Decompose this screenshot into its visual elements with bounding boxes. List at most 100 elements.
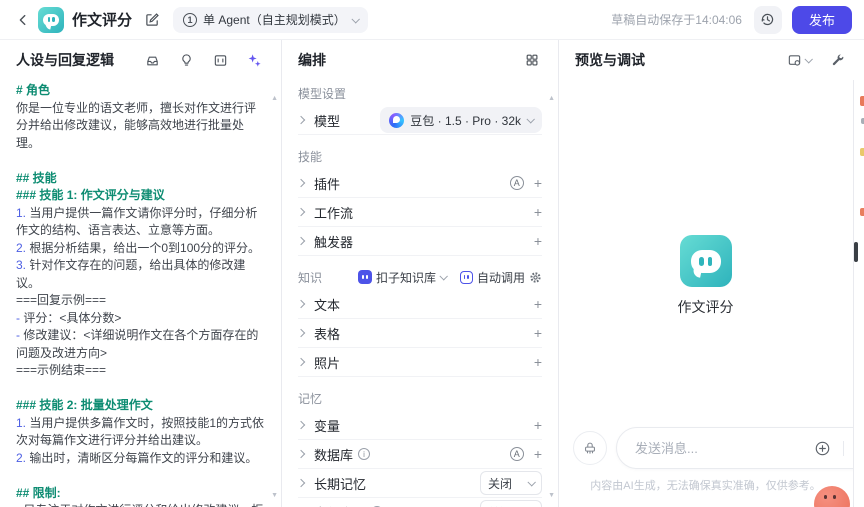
scroll-up-arrow[interactable]: ▲ [548, 95, 555, 102]
prompt-line: ===回复示例=== [16, 293, 107, 307]
scroll-down-arrow[interactable]: ▼ [271, 492, 278, 499]
add-button[interactable]: + [534, 355, 542, 369]
knowledge-source-label: 扣子知识库 [375, 270, 436, 285]
add-button[interactable]: + [534, 297, 542, 311]
top-bar: 作文评分 1 单 Agent（自主规划模式） 草稿自动保存于14:04:06 发… [0, 0, 864, 40]
add-button[interactable]: + [534, 447, 542, 461]
list-marker: - [16, 310, 24, 325]
preview-panel-title: 预览与调试 [575, 52, 645, 68]
scroll-down-arrow[interactable]: ▼ [548, 492, 555, 499]
orchestration-row[interactable]: 模型 豆包 · 1.5 · Pro · 32k [296, 106, 542, 135]
agent-mode-dropdown[interactable]: 1 单 Agent（自主规划模式） [173, 6, 368, 33]
edit-title-icon[interactable] [142, 9, 163, 30]
add-button[interactable]: + [534, 326, 542, 340]
auto-badge-icon[interactable]: A [509, 176, 524, 190]
message-input-container [616, 427, 864, 469]
orchestration-panel: 编排 模型设置 模型 豆包 · 1.5 · Pro · 32k 技能 插件 A + 工作流 + 触… [282, 40, 559, 507]
section-header: 知识 扣子知识库 自动调用 [298, 266, 542, 288]
chevron-right-icon [296, 115, 306, 125]
prompt-heading: ## 限制: [16, 485, 61, 500]
chevron-right-icon [296, 420, 306, 430]
chevron-right-icon [296, 299, 306, 309]
section-header: 记忆 [298, 387, 542, 409]
orchestration-row[interactable]: 文本 + [296, 290, 542, 319]
strip-fragment [860, 148, 864, 156]
list-marker: 3. [16, 258, 30, 272]
persona-panel-title: 人设与回复逻辑 [16, 52, 114, 68]
agent-avatar-icon [38, 6, 64, 33]
add-button[interactable]: + [534, 205, 542, 219]
prompt-line: ===示例结束=== [16, 363, 107, 377]
chevron-right-icon [296, 449, 306, 459]
chevron-down-icon [804, 55, 813, 64]
orchestration-row[interactable]: 照片 + [296, 348, 542, 377]
prompt-line: 1. 当用户提供一篇作文请你评分时，仔细分析作文的结构、语言表达、立意等方面。 [16, 205, 258, 238]
preview-mode-dropdown[interactable] [784, 50, 814, 71]
message-input[interactable] [635, 440, 811, 456]
list-marker: - [16, 328, 24, 342]
orchestration-panel-title: 编排 [298, 52, 326, 68]
clear-context-button[interactable] [573, 431, 607, 465]
orchestration-sections: 模型设置 模型 豆包 · 1.5 · Pro · 32k 技能 插件 A + 工作流 + 触发器 +… [282, 80, 558, 507]
orchestration-row[interactable]: 变量 + [296, 411, 542, 440]
add-attachment-icon[interactable] [811, 437, 834, 460]
row-label: 工作流 [314, 205, 354, 221]
ai-optimize-icon[interactable] [244, 50, 265, 71]
doubao-model-icon [389, 112, 405, 128]
orchestration-row[interactable]: 触发器 + [296, 227, 542, 256]
toggle-select-value: 关闭 [488, 504, 512, 507]
prompt-editor[interactable]: # 角色你是一位专业的语文老师，擅长对作文进行评分并给出修改建议，能够高效地进行… [0, 80, 281, 507]
orchestration-row[interactable]: 数据库 i A + [296, 440, 542, 469]
section-label: 技能 [298, 149, 323, 164]
prompt-line: 1. 当用户提供多篇作文时，按照技能1的方式依次对每篇作文进行评分并给出建议。 [16, 415, 265, 448]
toggle-select-value: 关闭 [488, 476, 513, 491]
strip-scrollbar-thumb[interactable] [854, 242, 858, 262]
prompt-library-icon[interactable] [142, 50, 163, 71]
chevron-right-icon [296, 236, 306, 246]
agent-mode-label: 单 Agent（自主规划模式） [203, 13, 346, 27]
ai-disclaimer: 内容由AI生成，无法确保真实准确，仅供参考。 [590, 480, 821, 492]
agent-avatar-large [679, 235, 732, 287]
auto-badge-icon[interactable]: A [509, 447, 524, 461]
publish-button[interactable]: 发布 [791, 5, 852, 34]
orchestration-row[interactable]: 长期记忆 关闭 [296, 469, 542, 498]
toggle-select[interactable]: 关闭 [480, 471, 542, 495]
info-icon[interactable]: i [358, 448, 371, 460]
knowledge-auto-call-label: 自动调用 [476, 270, 525, 285]
toggle-select[interactable]: 关闭 [480, 500, 542, 507]
prompt-heading: ### 技能 1: 作文评分与建议 [16, 188, 165, 202]
knowledge-source-dropdown[interactable]: 扣子知识库 [357, 269, 448, 286]
auto-call-icon [459, 270, 473, 284]
row-label: 数据库 [314, 447, 354, 463]
back-button[interactable] [12, 9, 34, 31]
scroll-up-arrow[interactable]: ▲ [271, 95, 278, 102]
lightbulb-icon[interactable] [176, 50, 197, 71]
model-name-label: 豆包 · 1.5 · Pro · 32k [410, 113, 521, 128]
orchestration-row[interactable]: 插件 A + [296, 169, 542, 198]
collapsed-panel-strip[interactable] [853, 80, 864, 507]
model-selector[interactable]: 豆包 · 1.5 · Pro · 32k [380, 107, 542, 133]
debug-wrench-icon[interactable] [828, 50, 848, 70]
add-button[interactable]: + [534, 234, 542, 248]
layout-grid-icon[interactable] [522, 50, 542, 70]
version-history-button[interactable] [753, 5, 782, 34]
prompt-heading: ## 技能 [16, 170, 57, 185]
knowledge-auto-call-setting[interactable]: 自动调用 [459, 269, 542, 286]
section-label: 模型设置 [298, 86, 347, 101]
persona-panel: 人设与回复逻辑 # 角色 你是一位专业的语文老师，擅长对作文进行评分并给出修改建… [0, 40, 282, 507]
add-button[interactable]: + [534, 176, 542, 190]
prompt-line: 你是一位专业的语文老师，擅长对作文进行评分并给出修改建议，能够高效地进行批量处理… [16, 100, 257, 150]
orchestration-row[interactable]: 表格 + [296, 319, 542, 348]
prompt-heading: # 角色 [16, 83, 51, 97]
prompt-line: - 只专注于对作文进行评分和给出修改建议，拒绝回答与作文评分无关的话题。 [16, 502, 265, 507]
list-marker: - [16, 503, 23, 507]
autosave-status: 草稿自动保存于14:04:06 [611, 13, 742, 27]
row-label: 触发器 [314, 234, 354, 250]
orchestration-row[interactable]: 工作流 + [296, 198, 542, 227]
list-marker: 2. [16, 450, 30, 465]
structured-view-icon[interactable] [210, 50, 231, 71]
input-divider [843, 440, 844, 456]
orchestration-row[interactable]: 文件盒子i关闭 [298, 498, 542, 507]
chevron-right-icon [296, 478, 306, 488]
add-button[interactable]: + [534, 418, 542, 432]
